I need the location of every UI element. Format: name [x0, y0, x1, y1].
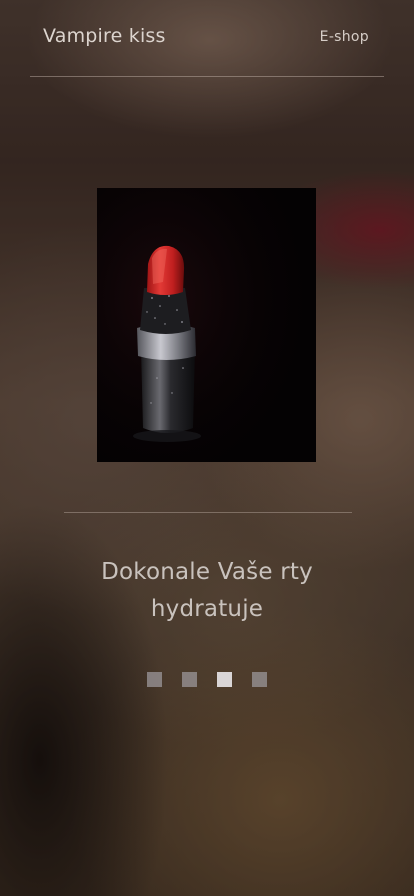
header: Vampire kiss E-shop	[0, 0, 414, 77]
lipstick-illustration	[97, 188, 316, 462]
pager-dot-3-active[interactable]	[217, 672, 232, 687]
slide-pager	[147, 672, 267, 687]
pager-dot-2[interactable]	[182, 672, 197, 687]
brand-logo[interactable]: Vampire kiss	[43, 25, 166, 47]
header-divider	[30, 76, 384, 77]
pager-dot-1[interactable]	[147, 672, 162, 687]
headline-line-2: hydratuje	[150, 596, 264, 622]
pager-dot-4[interactable]	[252, 672, 267, 687]
headline-line-1: Dokonale Vaše rty	[101, 559, 313, 585]
content-divider	[64, 512, 352, 513]
product-image	[97, 188, 316, 462]
nav-eshop-link[interactable]: E-shop	[320, 29, 369, 45]
slide-headline: Dokonale Vaše rty hydratuje	[30, 554, 384, 628]
